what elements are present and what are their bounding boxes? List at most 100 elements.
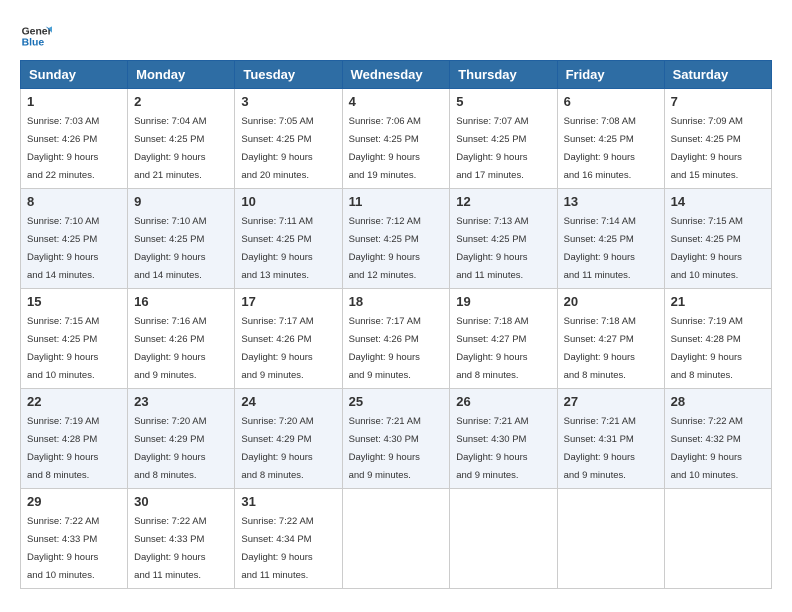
calendar-day-cell: 21 Sunrise: 7:19 AM Sunset: 4:28 PM Dayl… [664,289,771,389]
calendar-day-cell: 26 Sunrise: 7:21 AM Sunset: 4:30 PM Dayl… [450,389,557,489]
day-info: Sunrise: 7:15 AM Sunset: 4:25 PM Dayligh… [27,316,99,381]
calendar-body: 1 Sunrise: 7:03 AM Sunset: 4:26 PM Dayli… [21,89,772,589]
day-info: Sunrise: 7:09 AM Sunset: 4:25 PM Dayligh… [671,116,743,181]
calendar-day-cell: 12 Sunrise: 7:13 AM Sunset: 4:25 PM Dayl… [450,189,557,289]
calendar-day-cell: 17 Sunrise: 7:17 AM Sunset: 4:26 PM Dayl… [235,289,342,389]
day-info: Sunrise: 7:10 AM Sunset: 4:25 PM Dayligh… [134,216,206,281]
calendar-day-cell: 8 Sunrise: 7:10 AM Sunset: 4:25 PM Dayli… [21,189,128,289]
day-info: Sunrise: 7:12 AM Sunset: 4:25 PM Dayligh… [349,216,421,281]
day-info: Sunrise: 7:19 AM Sunset: 4:28 PM Dayligh… [671,316,743,381]
day-number: 17 [241,294,335,309]
day-number: 22 [27,394,121,409]
day-number: 10 [241,194,335,209]
day-number: 21 [671,294,765,309]
calendar-day-header: Wednesday [342,61,450,89]
day-number: 24 [241,394,335,409]
day-info: Sunrise: 7:14 AM Sunset: 4:25 PM Dayligh… [564,216,636,281]
day-info: Sunrise: 7:17 AM Sunset: 4:26 PM Dayligh… [349,316,421,381]
calendar-day-cell: 14 Sunrise: 7:15 AM Sunset: 4:25 PM Dayl… [664,189,771,289]
calendar-day-cell: 30 Sunrise: 7:22 AM Sunset: 4:33 PM Dayl… [128,489,235,589]
day-number: 18 [349,294,444,309]
day-info: Sunrise: 7:11 AM Sunset: 4:25 PM Dayligh… [241,216,313,281]
day-number: 3 [241,94,335,109]
day-info: Sunrise: 7:18 AM Sunset: 4:27 PM Dayligh… [456,316,528,381]
calendar-day-cell [664,489,771,589]
calendar-day-header: Saturday [664,61,771,89]
day-info: Sunrise: 7:10 AM Sunset: 4:25 PM Dayligh… [27,216,99,281]
day-info: Sunrise: 7:17 AM Sunset: 4:26 PM Dayligh… [241,316,313,381]
calendar-day-cell: 1 Sunrise: 7:03 AM Sunset: 4:26 PM Dayli… [21,89,128,189]
day-number: 19 [456,294,550,309]
day-number: 15 [27,294,121,309]
day-info: Sunrise: 7:05 AM Sunset: 4:25 PM Dayligh… [241,116,313,181]
day-info: Sunrise: 7:21 AM Sunset: 4:31 PM Dayligh… [564,416,636,481]
calendar-day-cell: 7 Sunrise: 7:09 AM Sunset: 4:25 PM Dayli… [664,89,771,189]
day-info: Sunrise: 7:20 AM Sunset: 4:29 PM Dayligh… [241,416,313,481]
calendar-day-cell: 25 Sunrise: 7:21 AM Sunset: 4:30 PM Dayl… [342,389,450,489]
calendar-day-cell: 29 Sunrise: 7:22 AM Sunset: 4:33 PM Dayl… [21,489,128,589]
day-info: Sunrise: 7:13 AM Sunset: 4:25 PM Dayligh… [456,216,528,281]
day-number: 31 [241,494,335,509]
calendar-day-header: Tuesday [235,61,342,89]
day-info: Sunrise: 7:20 AM Sunset: 4:29 PM Dayligh… [134,416,206,481]
svg-text:Blue: Blue [22,38,45,49]
day-info: Sunrise: 7:22 AM Sunset: 4:33 PM Dayligh… [134,516,206,581]
day-number: 11 [349,194,444,209]
calendar-table: SundayMondayTuesdayWednesdayThursdayFrid… [20,60,772,589]
day-number: 7 [671,94,765,109]
day-number: 27 [564,394,658,409]
day-number: 28 [671,394,765,409]
calendar-day-cell: 4 Sunrise: 7:06 AM Sunset: 4:25 PM Dayli… [342,89,450,189]
calendar-day-cell: 3 Sunrise: 7:05 AM Sunset: 4:25 PM Dayli… [235,89,342,189]
calendar-day-cell: 9 Sunrise: 7:10 AM Sunset: 4:25 PM Dayli… [128,189,235,289]
calendar-day-cell: 22 Sunrise: 7:19 AM Sunset: 4:28 PM Dayl… [21,389,128,489]
calendar-day-cell [557,489,664,589]
calendar-day-cell: 5 Sunrise: 7:07 AM Sunset: 4:25 PM Dayli… [450,89,557,189]
calendar-week-row: 29 Sunrise: 7:22 AM Sunset: 4:33 PM Dayl… [21,489,772,589]
day-info: Sunrise: 7:21 AM Sunset: 4:30 PM Dayligh… [349,416,421,481]
page-header: General Blue [20,20,772,52]
day-info: Sunrise: 7:06 AM Sunset: 4:25 PM Dayligh… [349,116,421,181]
day-number: 9 [134,194,228,209]
day-number: 16 [134,294,228,309]
day-number: 5 [456,94,550,109]
calendar-day-cell: 31 Sunrise: 7:22 AM Sunset: 4:34 PM Dayl… [235,489,342,589]
calendar-day-header: Monday [128,61,235,89]
calendar-day-cell: 20 Sunrise: 7:18 AM Sunset: 4:27 PM Dayl… [557,289,664,389]
calendar-day-cell: 13 Sunrise: 7:14 AM Sunset: 4:25 PM Dayl… [557,189,664,289]
day-number: 6 [564,94,658,109]
day-info: Sunrise: 7:03 AM Sunset: 4:26 PM Dayligh… [27,116,99,181]
day-info: Sunrise: 7:21 AM Sunset: 4:30 PM Dayligh… [456,416,528,481]
day-number: 4 [349,94,444,109]
calendar-day-cell: 27 Sunrise: 7:21 AM Sunset: 4:31 PM Dayl… [557,389,664,489]
calendar-day-cell: 15 Sunrise: 7:15 AM Sunset: 4:25 PM Dayl… [21,289,128,389]
logo: General Blue [20,20,52,52]
day-number: 25 [349,394,444,409]
calendar-day-cell: 10 Sunrise: 7:11 AM Sunset: 4:25 PM Dayl… [235,189,342,289]
calendar-day-cell: 24 Sunrise: 7:20 AM Sunset: 4:29 PM Dayl… [235,389,342,489]
calendar-day-header: Sunday [21,61,128,89]
calendar-day-cell: 11 Sunrise: 7:12 AM Sunset: 4:25 PM Dayl… [342,189,450,289]
day-number: 30 [134,494,228,509]
logo-icon: General Blue [20,20,52,52]
day-number: 2 [134,94,228,109]
calendar-day-cell [450,489,557,589]
calendar-day-cell: 19 Sunrise: 7:18 AM Sunset: 4:27 PM Dayl… [450,289,557,389]
calendar-day-cell: 6 Sunrise: 7:08 AM Sunset: 4:25 PM Dayli… [557,89,664,189]
day-number: 1 [27,94,121,109]
calendar-week-row: 15 Sunrise: 7:15 AM Sunset: 4:25 PM Dayl… [21,289,772,389]
day-info: Sunrise: 7:07 AM Sunset: 4:25 PM Dayligh… [456,116,528,181]
day-info: Sunrise: 7:19 AM Sunset: 4:28 PM Dayligh… [27,416,99,481]
calendar-header-row: SundayMondayTuesdayWednesdayThursdayFrid… [21,61,772,89]
day-number: 8 [27,194,121,209]
day-number: 29 [27,494,121,509]
day-number: 20 [564,294,658,309]
day-info: Sunrise: 7:08 AM Sunset: 4:25 PM Dayligh… [564,116,636,181]
calendar-day-header: Thursday [450,61,557,89]
day-info: Sunrise: 7:22 AM Sunset: 4:32 PM Dayligh… [671,416,743,481]
calendar-day-cell: 2 Sunrise: 7:04 AM Sunset: 4:25 PM Dayli… [128,89,235,189]
day-info: Sunrise: 7:15 AM Sunset: 4:25 PM Dayligh… [671,216,743,281]
calendar-day-cell: 18 Sunrise: 7:17 AM Sunset: 4:26 PM Dayl… [342,289,450,389]
calendar-week-row: 8 Sunrise: 7:10 AM Sunset: 4:25 PM Dayli… [21,189,772,289]
calendar-week-row: 22 Sunrise: 7:19 AM Sunset: 4:28 PM Dayl… [21,389,772,489]
